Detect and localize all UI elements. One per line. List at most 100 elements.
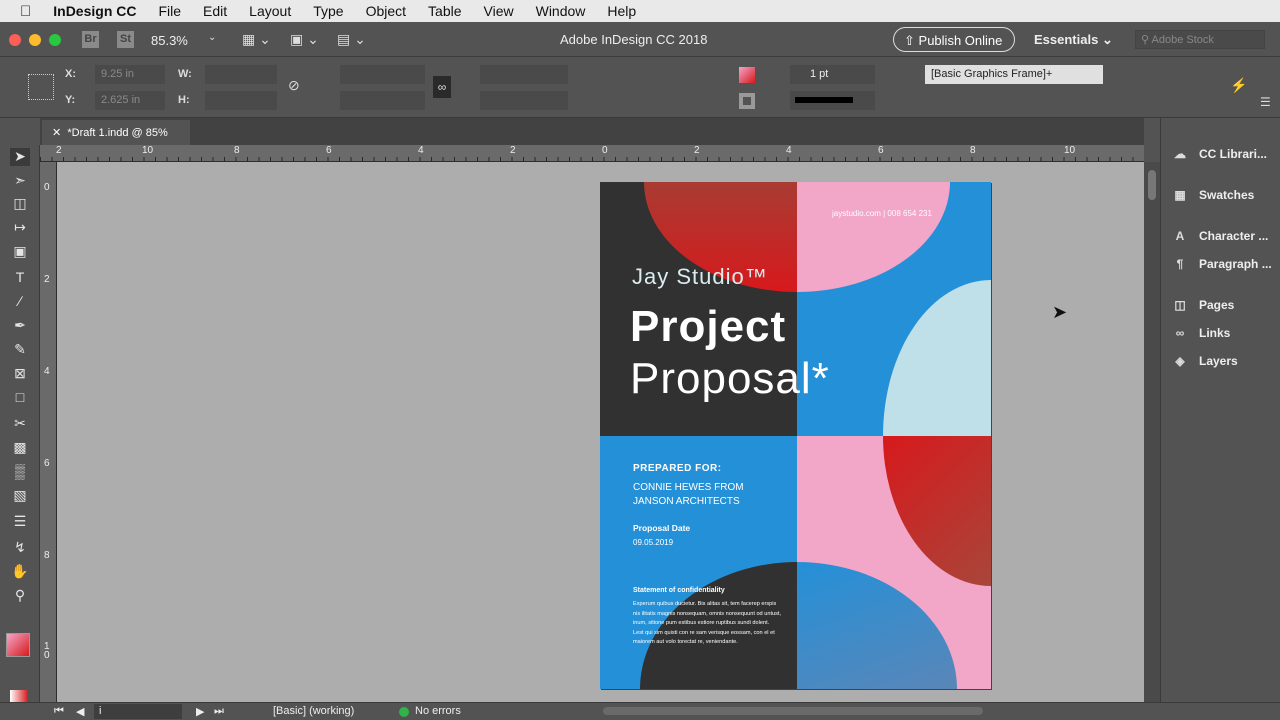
scissors-tool-icon[interactable]: ✂ [10, 415, 30, 433]
menu-table[interactable]: Table [428, 3, 461, 19]
next-page-icon[interactable]: ▶ [196, 705, 204, 718]
panel-paragraph[interactable]: ¶ Paragraph ... [1171, 257, 1272, 271]
view-options-icon[interactable]: ▦ ⌄ [242, 31, 271, 48]
menu-layout[interactable]: Layout [249, 3, 291, 19]
object-style-select[interactable]: [Basic Graphics Frame]+ [925, 65, 1103, 84]
zoom-window-button[interactable] [49, 34, 61, 46]
proposal-date-label[interactable]: Proposal Date [633, 523, 690, 533]
screen-mode-icon[interactable]: ▣ ⌄ [290, 31, 319, 48]
confidentiality-body[interactable]: Experum quibus ducietur. Bis alitas sit,… [633, 600, 781, 648]
menu-window[interactable]: Window [536, 3, 586, 19]
rectangle-tool-icon[interactable]: □ [10, 389, 30, 407]
panel-menu-icon[interactable]: ☰ [1260, 95, 1271, 109]
reference-point-icon[interactable] [28, 74, 54, 100]
rotation-field[interactable] [480, 65, 568, 84]
arrange-documents-icon[interactable]: ▤ ⌄ [337, 31, 366, 48]
ruler-tick-label: 8 [44, 550, 50, 561]
minimize-window-button[interactable] [29, 34, 41, 46]
panel-cc-libraries[interactable]: ☁ CC Librari... [1171, 147, 1267, 161]
adobe-stock-search[interactable]: ⚲ Adobe Stock [1135, 30, 1265, 49]
document-page[interactable]: jaystudio.com | 008 654 231 Jay Studio™ … [600, 182, 991, 689]
scale-y-field[interactable] [340, 91, 425, 110]
previous-page-icon[interactable]: ◀ [76, 705, 84, 718]
horizontal-scrollbar[interactable] [500, 706, 1120, 716]
panel-links[interactable]: ∞ Links [1171, 326, 1231, 340]
pencil-tool-icon[interactable]: ✎ [10, 341, 30, 359]
stroke-swatch[interactable] [739, 93, 755, 109]
y-position-field[interactable]: 2.625 in [95, 91, 165, 110]
panel-pages[interactable]: ◫ Pages [1171, 298, 1234, 312]
menu-object[interactable]: Object [366, 3, 406, 19]
title-project[interactable]: Project [630, 302, 786, 352]
close-tab-icon[interactable]: ✕ [52, 127, 61, 139]
menu-type[interactable]: Type [313, 3, 343, 19]
close-window-button[interactable] [9, 34, 21, 46]
page-number-field[interactable]: i [94, 704, 182, 719]
gradient-feather-tool-icon[interactable]: ▧ [10, 487, 30, 505]
gap-tool-icon[interactable]: ↦ [10, 219, 30, 237]
content-collector-icon[interactable]: ▣ [10, 243, 30, 261]
selection-tool-icon[interactable]: ➤ [10, 148, 30, 166]
lightning-icon[interactable]: ⚡ [1230, 77, 1247, 94]
menu-edit[interactable]: Edit [203, 3, 227, 19]
hand-tool-icon[interactable]: ✋ [10, 563, 30, 581]
eyedropper-tool-icon[interactable]: ↯ [10, 539, 30, 557]
menu-help[interactable]: Help [607, 3, 636, 19]
fill-swatch[interactable] [739, 67, 755, 83]
confidentiality-title[interactable]: Statement of confidentiality [633, 587, 725, 594]
scroll-thumb[interactable] [603, 707, 983, 715]
panel-layers[interactable]: ◈ Layers [1171, 354, 1237, 368]
note-tool-icon[interactable]: ☰ [10, 513, 30, 531]
page-tool-icon[interactable]: ◫ [10, 195, 30, 213]
preflight-errors[interactable]: No errors [415, 705, 461, 717]
apple-icon[interactable]:  [20, 3, 31, 20]
x-position-field[interactable]: 9.25 in [95, 65, 165, 84]
shear-field[interactable] [480, 91, 568, 110]
publish-online-button[interactable]: ⇧ Publish Online [893, 27, 1015, 52]
rectangle-frame-tool-icon[interactable]: ⊠ [10, 365, 30, 383]
constrain-proportions-icon[interactable]: ⊘ [288, 77, 300, 94]
document-tab[interactable]: ✕ *Draft 1.indd @ 85% [42, 120, 190, 145]
prepared-for-label[interactable]: PREPARED FOR: [633, 463, 722, 474]
stroke-weight-field[interactable]: 1 pt [790, 65, 875, 84]
type-tool-icon[interactable]: T [10, 269, 30, 287]
title-proposal[interactable]: Proposal* [630, 354, 830, 404]
gradient-swatch-tool-icon[interactable]: ▒ [10, 463, 30, 481]
app-menu[interactable]: InDesign CC [53, 3, 136, 19]
chevron-down-icon[interactable]: ⌄ [208, 32, 216, 43]
line-tool-icon[interactable]: ∕ [10, 293, 30, 311]
width-field[interactable] [205, 65, 277, 84]
scroll-thumb[interactable] [1148, 170, 1156, 200]
contact-line[interactable]: jaystudio.com | 008 654 231 [832, 209, 932, 218]
last-page-icon[interactable]: ⏭ [214, 705, 224, 718]
bridge-button[interactable]: Br [82, 31, 99, 48]
link-scale-icon[interactable]: ∞ [433, 76, 451, 98]
vertical-scrollbar[interactable] [1144, 162, 1160, 702]
ruler-tick-label: 0 [44, 182, 50, 193]
scale-x-field[interactable] [340, 65, 425, 84]
stock-button[interactable]: St [117, 31, 134, 48]
workspace-switcher[interactable]: Essentials ⌄ [1034, 32, 1113, 48]
zoom-level[interactable]: 85.3% [151, 33, 188, 48]
proposal-date[interactable]: 09.05.2019 [633, 538, 673, 547]
ruler-tick-label: 1 0 [44, 641, 50, 661]
apply-gradient-icon[interactable] [10, 690, 28, 702]
pen-tool-icon[interactable]: ✒ [10, 317, 30, 335]
application-bar: Br St 85.3% ⌄ ▦ ⌄ ▣ ⌄ ▤ ⌄ Adobe InDesign… [0, 22, 1280, 57]
horizontal-ruler[interactable]: 2 10 8 6 4 2 0 2 4 6 8 10 [40, 145, 1144, 162]
menu-view[interactable]: View [484, 3, 514, 19]
free-transform-tool-icon[interactable]: ▩ [10, 439, 30, 457]
panel-swatches[interactable]: ▦ Swatches [1171, 188, 1254, 202]
direct-selection-tool-icon[interactable]: ➣ [10, 172, 30, 190]
panel-character[interactable]: A Character ... [1171, 229, 1269, 243]
studio-name[interactable]: Jay Studio™ [632, 264, 768, 290]
zoom-tool-icon[interactable]: ⚲ [10, 587, 30, 605]
preflight-profile[interactable]: [Basic] (working) [273, 705, 354, 717]
client-name[interactable]: CONNIE HEWES FROM JANSON ARCHITECTS [633, 481, 773, 509]
fill-stroke-icon[interactable] [6, 633, 30, 657]
menu-file[interactable]: File [158, 3, 181, 19]
height-field[interactable] [205, 91, 277, 110]
stroke-type-select[interactable] [790, 91, 875, 110]
first-page-icon[interactable]: ⏮ [54, 705, 64, 718]
vertical-ruler[interactable]: 0 2 4 6 8 1 0 [40, 162, 57, 702]
